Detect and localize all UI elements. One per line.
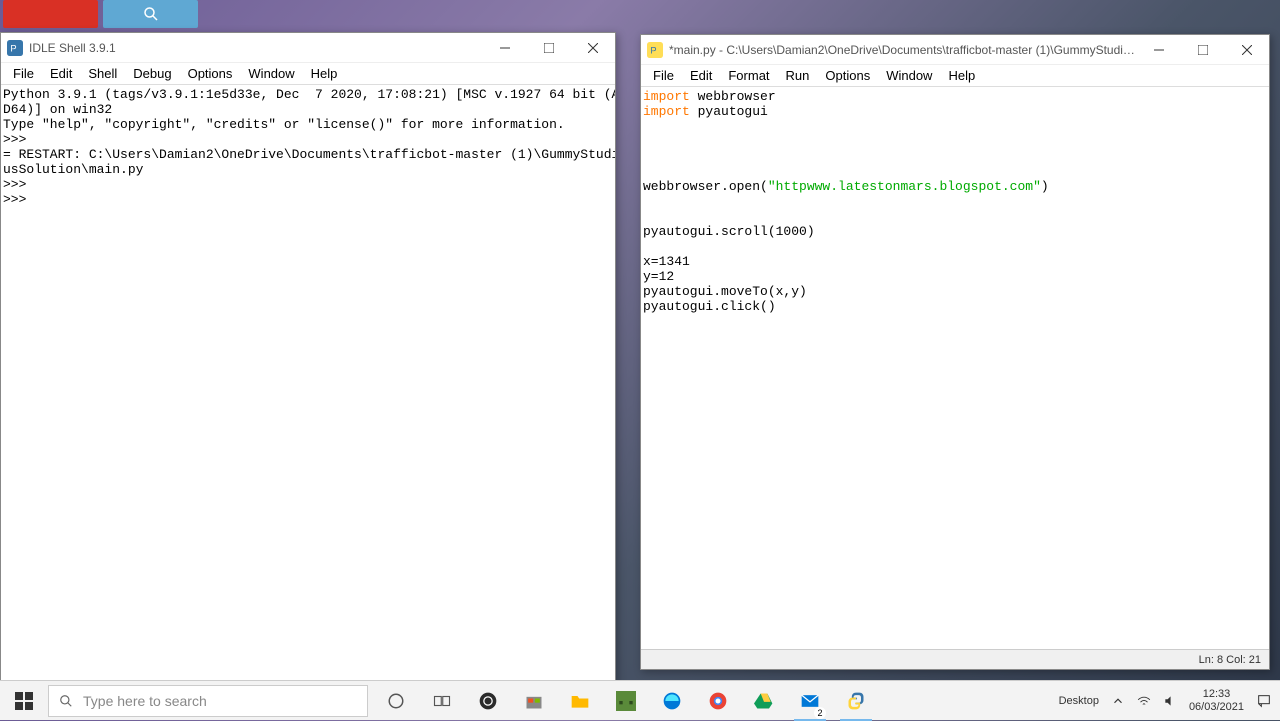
menu-window[interactable]: Window xyxy=(878,66,940,85)
editor-status-pos: Ln: 8 Col: 21 xyxy=(1199,654,1261,666)
menu-file[interactable]: File xyxy=(5,64,42,83)
menu-format[interactable]: Format xyxy=(720,66,777,85)
menu-run[interactable]: Run xyxy=(778,66,818,85)
shell-content[interactable]: Python 3.9.1 (tags/v3.9.1:1e5d33e, Dec 7… xyxy=(1,85,615,681)
taskbar: Type here to search 2 Desktop 12:33 06/0… xyxy=(0,680,1280,720)
taskbar-icons: 2 xyxy=(374,681,878,721)
idle-editor-window: P *main.py - C:\Users\Damian2\OneDrive\D… xyxy=(640,34,1270,670)
idle-shell-window: P IDLE Shell 3.9.1 File Edit Shell Debug… xyxy=(0,32,616,702)
menu-debug[interactable]: Debug xyxy=(125,64,179,83)
shell-title: IDLE Shell 3.9.1 xyxy=(29,41,483,55)
wifi-icon[interactable] xyxy=(1137,694,1151,708)
menu-options[interactable]: Options xyxy=(817,66,878,85)
maximize-button[interactable] xyxy=(527,33,571,63)
app-idle-icon[interactable] xyxy=(834,681,878,721)
shell-titlebar[interactable]: P IDLE Shell 3.9.1 xyxy=(1,33,615,63)
python-file-icon: P xyxy=(647,42,663,58)
menu-edit[interactable]: Edit xyxy=(682,66,720,85)
app-mail-icon[interactable]: 2 xyxy=(788,681,832,721)
menu-window[interactable]: Window xyxy=(240,64,302,83)
editor-menubar: File Edit Format Run Options Window Help xyxy=(641,65,1269,87)
app-drive-icon[interactable] xyxy=(742,681,786,721)
app-tile-search[interactable] xyxy=(103,0,198,28)
search-icon xyxy=(59,694,73,708)
app-explorer-icon[interactable] xyxy=(558,681,602,721)
editor-content[interactable]: import webbrowser import pyautogui webbr… xyxy=(641,87,1269,649)
volume-icon[interactable] xyxy=(1163,694,1177,708)
minimize-button[interactable] xyxy=(483,33,527,63)
clock[interactable]: 12:33 06/03/2021 xyxy=(1189,688,1244,714)
shell-menubar: File Edit Shell Debug Options Window Hel… xyxy=(1,63,615,85)
close-button[interactable] xyxy=(1225,35,1269,65)
top-app-strip xyxy=(0,0,1280,30)
chevron-up-icon[interactable] xyxy=(1111,694,1125,708)
svg-text:P: P xyxy=(650,45,656,55)
task-view-icon[interactable] xyxy=(420,681,464,721)
start-button[interactable] xyxy=(0,681,48,721)
app-obs-icon[interactable] xyxy=(466,681,510,721)
tray-desktop-label[interactable]: Desktop xyxy=(1059,695,1099,707)
close-button[interactable] xyxy=(571,33,615,63)
editor-title: *main.py - C:\Users\Damian2\OneDrive\Doc… xyxy=(669,43,1137,57)
system-tray: Desktop 12:33 06/03/2021 xyxy=(1051,688,1280,714)
python-icon: P xyxy=(7,40,23,56)
app-chrome-icon[interactable] xyxy=(696,681,740,721)
app-tile-red[interactable] xyxy=(3,0,98,28)
menu-help[interactable]: Help xyxy=(303,64,346,83)
menu-shell[interactable]: Shell xyxy=(80,64,125,83)
svg-text:P: P xyxy=(10,43,16,53)
maximize-button[interactable] xyxy=(1181,35,1225,65)
menu-edit[interactable]: Edit xyxy=(42,64,80,83)
notifications-icon[interactable] xyxy=(1256,693,1272,709)
app-store-icon[interactable] xyxy=(512,681,556,721)
menu-help[interactable]: Help xyxy=(940,66,983,85)
minimize-button[interactable] xyxy=(1137,35,1181,65)
menu-file[interactable]: File xyxy=(645,66,682,85)
app-minecraft-icon[interactable] xyxy=(604,681,648,721)
search-input[interactable]: Type here to search xyxy=(48,685,368,717)
editor-titlebar[interactable]: P *main.py - C:\Users\Damian2\OneDrive\D… xyxy=(641,35,1269,65)
editor-statusbar: Ln: 8 Col: 21 xyxy=(641,649,1269,669)
windows-icon xyxy=(15,692,33,710)
cortana-icon[interactable] xyxy=(374,681,418,721)
menu-options[interactable]: Options xyxy=(180,64,241,83)
app-edge-icon[interactable] xyxy=(650,681,694,721)
